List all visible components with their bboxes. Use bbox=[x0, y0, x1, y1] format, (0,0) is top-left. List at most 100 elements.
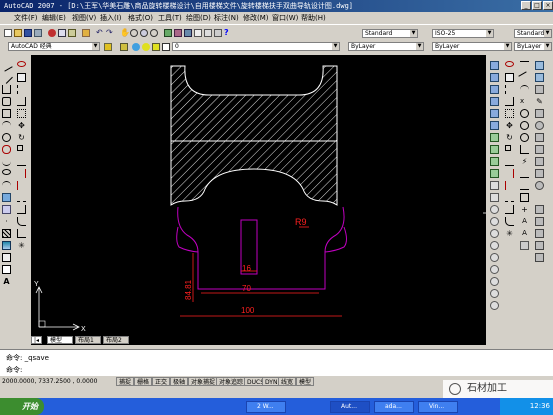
dim-diameter-icon[interactable] bbox=[520, 133, 529, 142]
trim-icon[interactable] bbox=[505, 169, 514, 178]
zoom-extents-icon[interactable] bbox=[490, 253, 499, 262]
camera-icon[interactable] bbox=[490, 181, 499, 190]
dim-linear-icon[interactable] bbox=[520, 61, 529, 70]
wedge-icon[interactable] bbox=[535, 169, 544, 178]
osnap-toggle[interactable]: 对象捕捉 bbox=[188, 377, 219, 386]
scale-icon[interactable] bbox=[17, 145, 23, 151]
dim-continue-icon[interactable] bbox=[520, 181, 529, 190]
menu-modify[interactable]: 修改(M) bbox=[243, 13, 269, 23]
view-ne-iso-icon[interactable] bbox=[490, 157, 499, 166]
rectangle-icon[interactable] bbox=[2, 109, 11, 118]
view-nw-iso-icon[interactable] bbox=[490, 169, 499, 178]
point-icon[interactable]: · bbox=[2, 217, 11, 226]
cone-icon[interactable] bbox=[535, 157, 544, 166]
render-icon[interactable] bbox=[535, 61, 544, 70]
menu-draw[interactable]: 绘图(D) bbox=[186, 13, 211, 23]
model-toggle[interactable]: 模型 bbox=[296, 377, 315, 386]
fillet-icon[interactable] bbox=[17, 217, 26, 226]
break-icon[interactable] bbox=[505, 193, 514, 202]
menu-dimension[interactable]: 标注(N) bbox=[214, 13, 239, 23]
menu-view[interactable]: 视图(V) bbox=[72, 13, 96, 23]
sphere-icon[interactable] bbox=[535, 121, 544, 130]
circle-icon[interactable] bbox=[2, 133, 11, 142]
menu-file[interactable]: 文件(F) bbox=[14, 13, 38, 23]
copy-icon[interactable] bbox=[58, 29, 66, 37]
array-icon[interactable] bbox=[17, 109, 26, 118]
workspace-select[interactable]: AutoCAD 经典 ▼ bbox=[8, 42, 100, 51]
print-icon[interactable] bbox=[34, 29, 42, 37]
dim-radius-icon[interactable] bbox=[520, 109, 529, 118]
extend-icon[interactable] bbox=[17, 181, 26, 190]
grid-toggle[interactable]: 栅格 bbox=[134, 377, 153, 386]
close-button[interactable]: × bbox=[543, 1, 553, 10]
extrude-icon[interactable] bbox=[535, 205, 544, 214]
color-select[interactable]: ByLayer ▼ bbox=[348, 42, 424, 51]
view-sw-iso-icon[interactable] bbox=[490, 133, 499, 142]
region-icon[interactable] bbox=[2, 253, 11, 262]
polygon-icon[interactable] bbox=[2, 97, 11, 106]
nav-first-icon[interactable]: |◂ bbox=[31, 336, 43, 344]
dim-style-select[interactable]: ISO-25 ▼ bbox=[432, 29, 494, 38]
materials-icon[interactable] bbox=[535, 85, 544, 94]
chamfer-icon[interactable] bbox=[17, 229, 26, 238]
rotate-icon[interactable]: ↻ bbox=[505, 133, 514, 142]
dim-angular-icon[interactable] bbox=[520, 145, 529, 154]
stretch-icon[interactable] bbox=[17, 157, 26, 166]
menu-insert[interactable]: 插入(I) bbox=[100, 13, 122, 23]
zoom-previous-icon[interactable] bbox=[150, 29, 158, 37]
new-icon[interactable] bbox=[4, 29, 12, 37]
menu-window[interactable]: 窗口(W) bbox=[272, 13, 298, 23]
arc-icon[interactable] bbox=[2, 121, 11, 130]
taskbar-item-autocad[interactable]: Aut... bbox=[330, 401, 370, 413]
pan-icon[interactable]: ✋ bbox=[120, 29, 130, 37]
text-style-select[interactable]: Standard ▼ bbox=[362, 29, 418, 38]
lights-icon[interactable] bbox=[535, 73, 544, 82]
drawing-canvas[interactable]: 16 70 100 84.81 R9 Y X bbox=[31, 55, 509, 345]
linetype-select[interactable]: ByLayer ▼ bbox=[432, 42, 512, 51]
zoom-realtime-icon[interactable] bbox=[130, 29, 138, 37]
view-left-icon[interactable] bbox=[490, 85, 499, 94]
snap-toggle[interactable]: 捕捉 bbox=[116, 377, 135, 386]
move-icon[interactable]: ✥ bbox=[17, 121, 26, 130]
dim-arc-icon[interactable] bbox=[520, 85, 529, 94]
torus-icon[interactable] bbox=[535, 181, 544, 190]
design-center-icon[interactable] bbox=[174, 29, 182, 37]
sweep-icon[interactable] bbox=[535, 229, 544, 238]
zoom-center-icon[interactable] bbox=[490, 277, 499, 286]
break-icon[interactable] bbox=[17, 193, 26, 202]
scale-icon[interactable] bbox=[505, 145, 511, 151]
spline-icon[interactable] bbox=[2, 157, 11, 166]
taskbar-item-ada[interactable]: ada... bbox=[374, 401, 414, 413]
tab-model[interactable]: 模型 bbox=[47, 336, 73, 344]
table-icon[interactable] bbox=[2, 265, 11, 274]
mirror-icon[interactable] bbox=[505, 85, 514, 94]
extend-icon[interactable] bbox=[505, 181, 514, 190]
menu-format[interactable]: 格式(O) bbox=[128, 13, 153, 23]
revolve-icon[interactable] bbox=[535, 217, 544, 226]
tab-layout2[interactable]: 布局2 bbox=[103, 336, 129, 344]
loft-icon[interactable] bbox=[535, 241, 544, 250]
make-block-icon[interactable] bbox=[2, 205, 11, 214]
dim-text-edit-icon[interactable]: A bbox=[520, 229, 529, 238]
copy-object-icon[interactable] bbox=[17, 73, 26, 82]
redo-icon[interactable]: ↷ bbox=[106, 29, 114, 37]
tool-palettes-icon[interactable] bbox=[184, 29, 192, 37]
offset-icon[interactable] bbox=[17, 97, 26, 106]
otrack-toggle[interactable]: 对象追踪 bbox=[216, 377, 247, 386]
array-icon[interactable] bbox=[505, 109, 514, 118]
dim-ordinate-icon[interactable]: x bbox=[520, 97, 529, 106]
start-button[interactable]: 开始 bbox=[0, 398, 44, 415]
stretch-icon[interactable] bbox=[505, 157, 514, 166]
zoom-scale-icon[interactable] bbox=[490, 265, 499, 274]
line-icon[interactable] bbox=[0, 59, 13, 72]
cylinder-icon[interactable] bbox=[535, 145, 544, 154]
insert-block-icon[interactable] bbox=[2, 193, 11, 202]
ortho-toggle[interactable]: 正交 bbox=[152, 377, 171, 386]
match-icon[interactable] bbox=[82, 29, 90, 37]
dim-jogged-icon[interactable] bbox=[520, 121, 529, 130]
dim-aligned-icon[interactable] bbox=[518, 71, 531, 84]
paste-icon[interactable] bbox=[68, 29, 76, 37]
view-bottom-icon[interactable] bbox=[490, 73, 499, 82]
explode-icon[interactable]: ✳ bbox=[505, 229, 514, 238]
box-icon[interactable] bbox=[535, 133, 544, 142]
